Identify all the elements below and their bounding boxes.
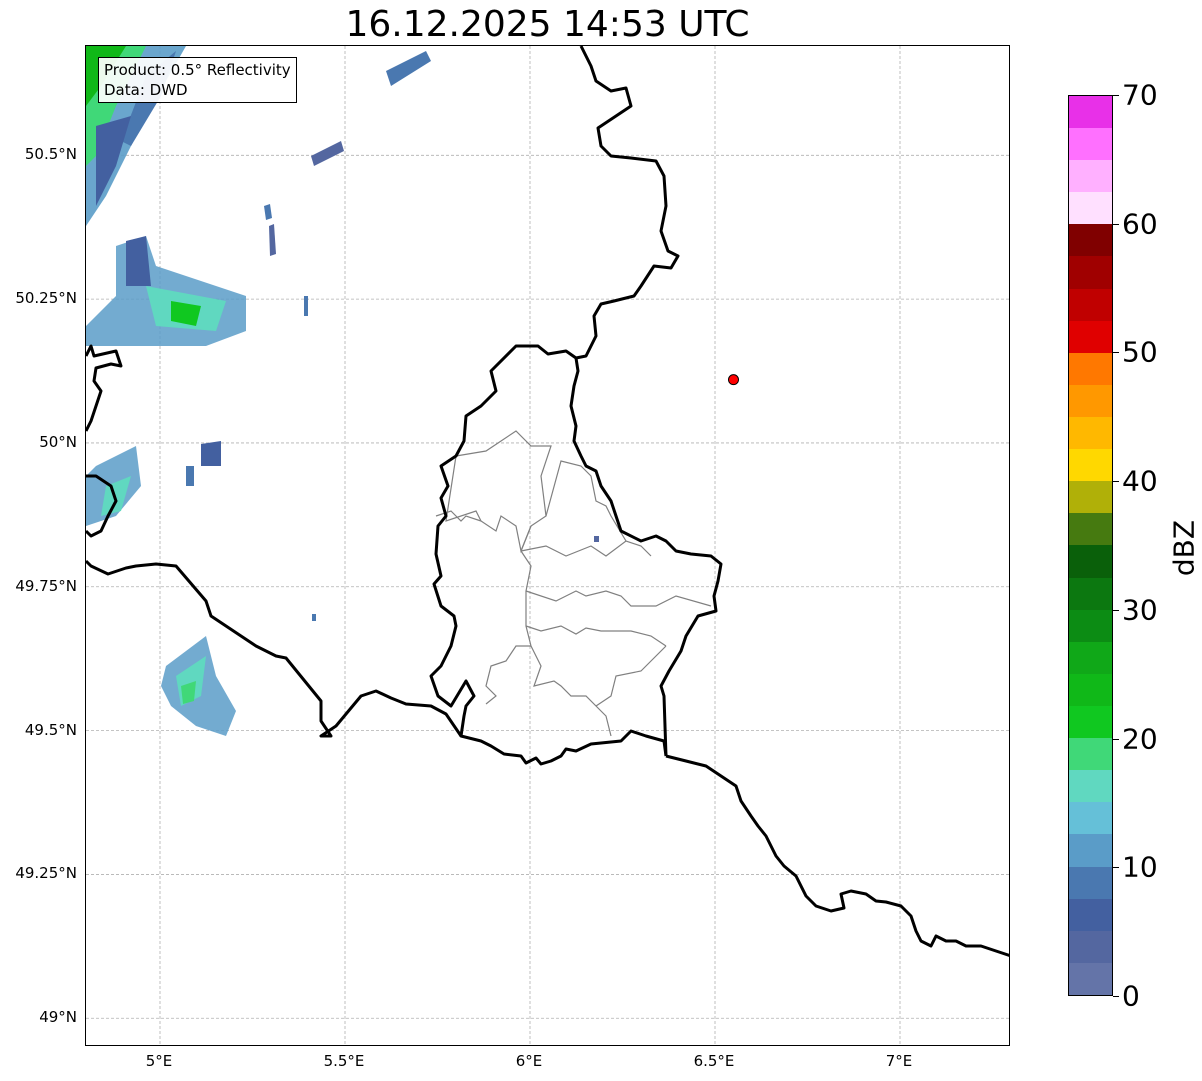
map-panel[interactable] — [85, 45, 1010, 1046]
radar-echo-cluster-west — [86, 236, 246, 346]
product-label: Product: 0.5° Reflectivity — [104, 61, 291, 79]
colorbar-segment — [1069, 545, 1112, 578]
colorbar-tick — [1113, 738, 1119, 740]
colorbar-segment — [1069, 898, 1112, 931]
longitude-tick-label: 6°E — [515, 1052, 543, 1070]
colorbar-segment — [1069, 930, 1112, 963]
colorbar-segment — [1069, 738, 1112, 771]
longitude-tick-label: 6.5°E — [693, 1052, 735, 1070]
colorbar-tick-label: 20 — [1122, 722, 1158, 756]
info-box: Product: 0.5° Reflectivity Data: DWD — [98, 57, 297, 103]
longitude-tick-label: 5°E — [145, 1052, 173, 1070]
colorbar-tick — [1113, 481, 1119, 483]
colorbar-segment — [1069, 609, 1112, 642]
colorbar-segment — [1069, 866, 1112, 899]
longitude-tick-label: 5.5°E — [323, 1052, 365, 1070]
colorbar-segment — [1069, 770, 1112, 803]
colorbar-segment — [1069, 962, 1112, 995]
colorbar-unit-label: dBZ — [1167, 519, 1201, 577]
colorbar-segment — [1069, 160, 1112, 193]
colorbar-segment — [1069, 384, 1112, 418]
colorbar-tick-label: 10 — [1122, 850, 1158, 884]
colorbar-tick — [1113, 95, 1119, 96]
colorbar-tick-label: 0 — [1122, 979, 1140, 1013]
radar-echo-cluster-sw1 — [86, 446, 141, 526]
colorbar-segment — [1069, 320, 1112, 353]
latitude-tick-label: 50.5°N — [24, 145, 77, 164]
colorbar-segment — [1069, 802, 1112, 835]
colorbar-segment — [1069, 288, 1112, 321]
colorbar — [1068, 95, 1113, 996]
latitude-tick-label: 49.75°N — [15, 576, 77, 595]
latitude-tick-label: 49.5°N — [24, 720, 77, 739]
colorbar-segment — [1069, 641, 1112, 674]
colorbar-tick-label: 60 — [1122, 207, 1158, 241]
latitude-tick-label: 49.25°N — [15, 864, 77, 883]
colorbar-tick — [1113, 996, 1119, 997]
colorbar-segment — [1069, 95, 1112, 129]
district-borders — [435, 430, 712, 737]
map-title: 16.12.2025 14:53 UTC — [345, 4, 750, 45]
latitude-tick-label: 50°N — [39, 432, 77, 451]
colorbar-segment — [1069, 706, 1112, 739]
colorbar-tick-label: 30 — [1122, 593, 1158, 627]
radar-echoes — [86, 46, 599, 736]
colorbar-tick — [1113, 609, 1119, 611]
longitude-tick-label: 7°E — [885, 1052, 913, 1070]
radar-echo-cluster-sw2 — [161, 636, 236, 736]
colorbar-segment — [1069, 449, 1112, 482]
colorbar-tick — [1113, 352, 1119, 354]
data-source-label: Data: DWD — [104, 81, 188, 99]
colorbar-segment — [1069, 224, 1112, 257]
colorbar-segment — [1069, 481, 1112, 514]
colorbar-segment — [1069, 577, 1112, 610]
colorbar-tick-label: 50 — [1122, 335, 1158, 369]
colorbar-segment — [1069, 673, 1112, 707]
colorbar-tick-label: 40 — [1122, 464, 1158, 498]
colorbar-segment — [1069, 834, 1112, 867]
latitude-tick-label: 49°N — [39, 1008, 77, 1027]
colorbar-segment — [1069, 513, 1112, 546]
colorbar-segment — [1069, 128, 1112, 161]
colorbar-tick — [1113, 867, 1119, 869]
latitude-tick-label: 50.25°N — [15, 289, 77, 308]
colorbar-segment — [1069, 192, 1112, 225]
location-marker — [728, 374, 739, 386]
colorbar-segment — [1069, 256, 1112, 289]
country-borders — [86, 46, 1009, 957]
map-canvas[interactable] — [86, 46, 1010, 1046]
colorbar-tick-label: 70 — [1122, 78, 1158, 112]
radar-echo-small — [186, 51, 599, 621]
colorbar-segment — [1069, 352, 1112, 385]
colorbar-segment — [1069, 417, 1112, 450]
colorbar-tick — [1113, 223, 1119, 225]
